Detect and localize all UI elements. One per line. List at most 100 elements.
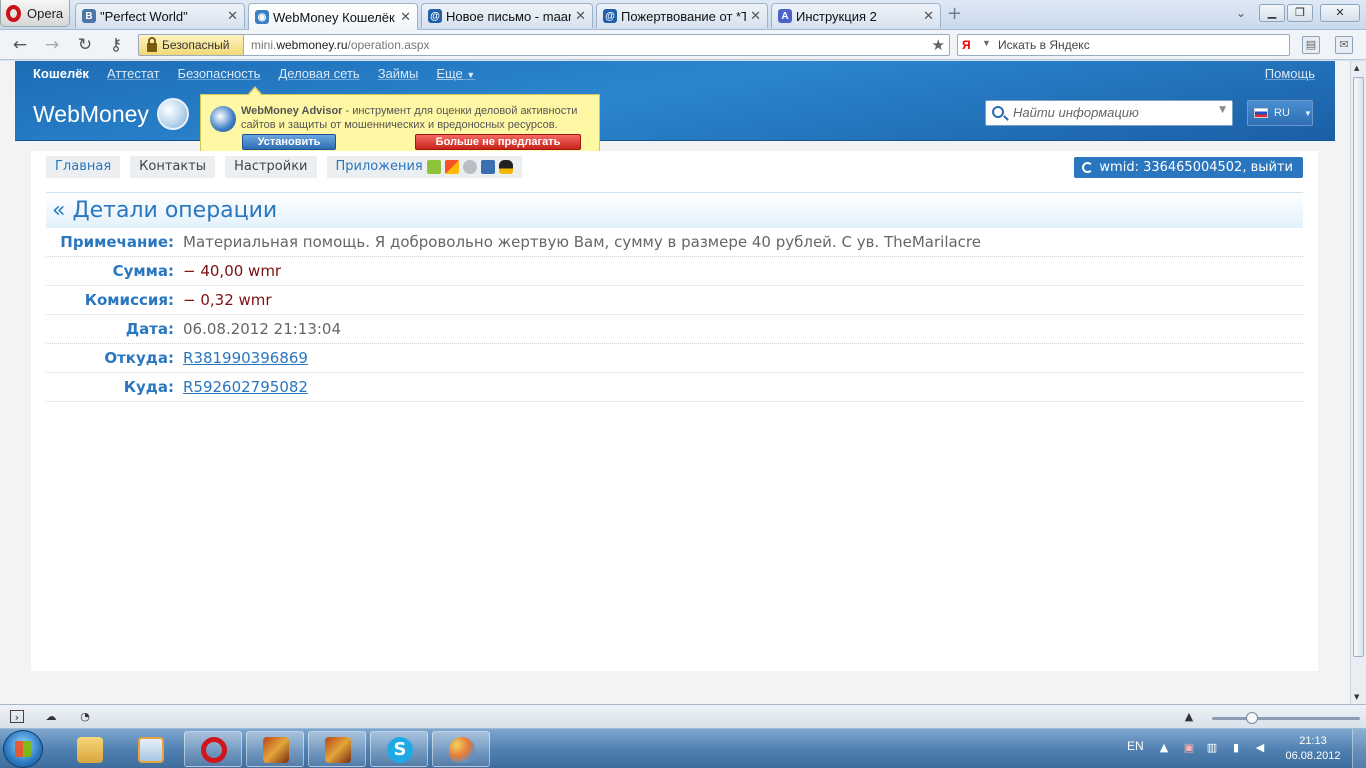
detail-label: Дата: [125,320,174,338]
skype-icon: S [387,737,413,763]
security-badge[interactable]: Безопасный [139,35,244,55]
linux-icon[interactable] [498,160,513,174]
maximize-window-button[interactable]: ❐ [1287,4,1313,22]
bookmark-star-icon[interactable]: ★ [932,35,945,55]
reload-icon[interactable]: ↻ [75,35,95,55]
wmid-logout-button[interactable]: wmid: 336465004502, выйти [1074,157,1303,178]
url-text[interactable]: mini.webmoney.ru/operation.aspx [251,35,430,55]
logo-text: WebMoney [33,100,149,127]
new-tab-plus-icon[interactable]: + [947,5,965,23]
vertical-scrollbar[interactable]: ▲ ▼ [1350,61,1366,704]
language-label: RU [1274,107,1290,119]
nav-attestat[interactable]: Аттестат [107,66,160,81]
scroll-up-icon[interactable]: ▲ [1354,64,1359,72]
nav-wallet[interactable]: Кошелёк [33,66,89,81]
close-icon[interactable]: ✕ [575,8,586,24]
zoom-slider-handle[interactable] [1246,712,1258,724]
detail-value: − 40,00 wmr [183,262,282,280]
network-signal-icon[interactable]: ▮ [1229,741,1243,755]
taskbar-game-2[interactable] [308,731,366,767]
opera-menu-label: Opera [27,5,64,21]
subnav-contacts[interactable]: Контакты [130,156,216,178]
russia-flag-icon [1254,108,1268,118]
close-icon[interactable]: ✕ [227,8,238,24]
back-arrow-icon[interactable]: ← [10,35,30,55]
chevron-down-icon: ▼ [1303,108,1312,118]
chevron-down-icon[interactable]: ▼ [982,38,991,48]
speed-dial-icon[interactable]: ◔ [78,710,92,723]
key-icon[interactable]: ⚷ [106,35,126,55]
help-link[interactable]: Помощь [1265,66,1315,81]
security-label: Безопасный [162,38,230,52]
taskbar-opera[interactable] [184,731,242,767]
android-icon[interactable] [426,160,441,174]
language-select[interactable]: RU ▼ [1247,100,1313,126]
apple-icon[interactable] [462,160,477,174]
close-icon[interactable]: ✕ [400,9,411,25]
forward-arrow-icon[interactable]: → [42,35,62,55]
nav-more[interactable]: Еще ▼ [436,66,475,81]
nav-security[interactable]: Безопасность [178,66,261,81]
close-icon[interactable]: ✕ [750,8,761,24]
detail-label: Откуда: [104,349,174,367]
purse-link-to[interactable]: R592602795082 [183,378,308,396]
taskbar-skype[interactable]: S [370,731,428,767]
tray-expand-icon[interactable]: ▲ [1157,741,1171,755]
mail-at-icon: @ [603,9,617,23]
tab-label: Новое письмо - maari... [446,8,572,24]
taskbar-media-player[interactable] [121,731,179,767]
vk-icon: B [82,9,96,23]
webmoney-advisor-popup: WebMoney Advisor - инструмент для оценки… [200,86,600,156]
webmoney-logo[interactable]: WebMoney К [33,98,212,130]
nav-loans[interactable]: Займы [378,66,419,81]
tab-perfect-world[interactable]: B "Perfect World" ✕ [75,3,245,28]
mac-finder-icon[interactable] [480,160,495,174]
show-desktop-button[interactable] [1352,729,1366,768]
page-title[interactable]: « Детали операции [52,198,277,223]
tab-instruction[interactable]: A Инструкция 2 ✕ [771,3,941,28]
minimize-window-button[interactable]: ▁ [1259,4,1285,22]
notes-icon[interactable]: ▤ [1302,36,1320,54]
yandex-search-input[interactable]: Я ▼ Искать в Яндекс [957,34,1290,56]
scrollbar-thumb[interactable] [1353,77,1364,657]
windows-icon[interactable] [444,160,459,174]
panel-toggle-icon[interactable]: › [10,710,24,724]
tab-new-mail[interactable]: @ Новое письмо - maari... ✕ [421,3,593,28]
chevron-down-icon[interactable]: ⌄ [1236,6,1246,20]
detail-label: Комиссия: [84,291,174,309]
taskbar-game-1[interactable] [246,731,304,767]
subnav-home[interactable]: Главная [46,156,121,178]
subnav-apps[interactable]: Приложения [326,156,522,178]
tab-donation-mail[interactable]: @ Пожертвование от *T... ✕ [596,3,768,28]
taskbar-explorer[interactable] [60,731,118,767]
purse-link-from[interactable]: R381990396869 [183,349,308,367]
up-arrow-icon[interactable]: ▲ [1182,710,1196,723]
subnav-settings[interactable]: Настройки [225,156,317,178]
nav-business-network[interactable]: Деловая сеть [278,66,359,81]
tray-app-icon[interactable]: ▣ [1182,741,1196,755]
tab-webmoney-wallet[interactable]: ◉ WebMoney Кошелёк »... ✕ [248,3,418,30]
start-button[interactable] [3,730,43,768]
chevron-down-icon[interactable]: ▼ [1219,105,1226,115]
site-search-input[interactable]: Найти информацию ▼ [985,100,1233,126]
mail-at-icon: @ [428,9,442,23]
zoom-slider[interactable] [1212,717,1360,720]
opera-menu-button[interactable]: Opera [0,0,70,27]
usb-device-icon[interactable]: ▥ [1205,741,1219,755]
close-icon[interactable]: ✕ [923,8,934,24]
system-clock[interactable]: 21:13 06.08.2012 [1282,734,1344,764]
paint-palette-icon [449,737,475,763]
taskbar-paint[interactable] [432,731,490,767]
language-indicator[interactable]: EN [1127,739,1144,753]
top-navigation: Кошелёк Аттестат Безопасность Деловая се… [33,66,475,81]
scroll-down-icon[interactable]: ▼ [1354,693,1359,701]
windows-taskbar: S EN ▲ ▣ ▥ ▮ ◀ 21:13 06.08.2012 [0,728,1366,768]
volume-icon[interactable]: ◀ [1253,741,1267,755]
cloud-icon[interactable]: ☁ [44,710,58,723]
address-field[interactable]: Безопасный mini.webmoney.ru/operation.as… [138,34,950,56]
close-window-button[interactable]: ✕ [1320,4,1360,22]
detail-value: Материальная помощь. Я добровольно жертв… [183,233,981,251]
install-button[interactable]: Установить [242,134,336,150]
decline-offer-button[interactable]: Больше не предлагать [415,134,581,150]
mail-panel-icon[interactable]: ✉ [1335,36,1353,54]
